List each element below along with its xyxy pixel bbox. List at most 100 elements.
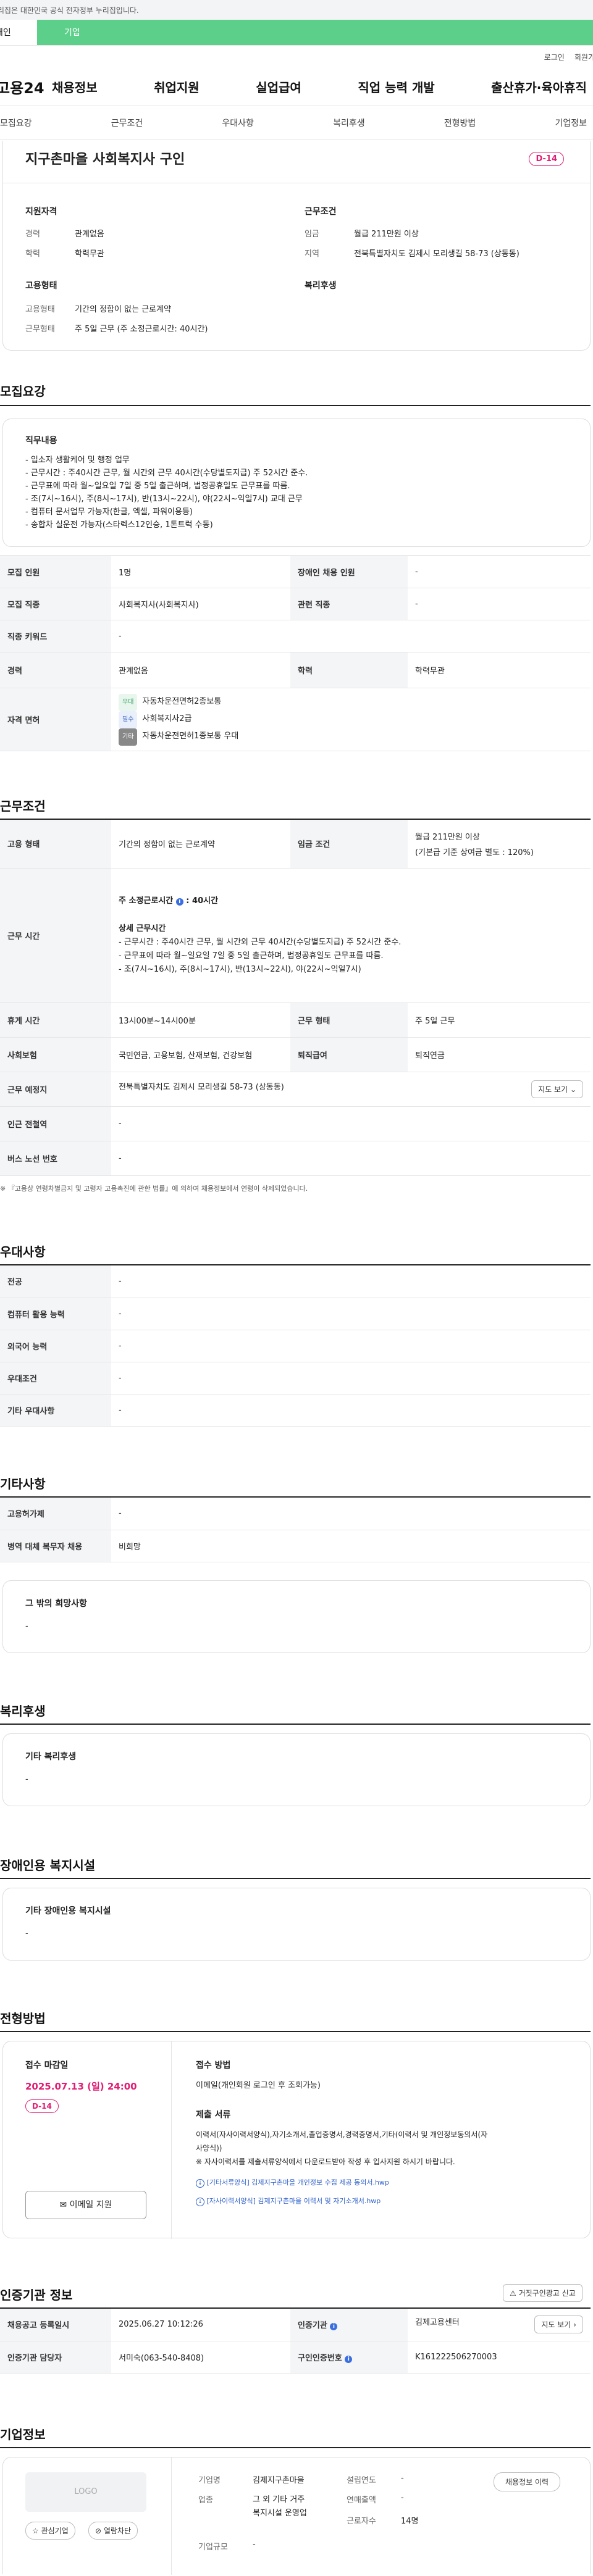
section-nav: 모집요강 근무조건 우대사항 복리후생 전형방법 기업정보 [0, 106, 593, 140]
etc-section-title: 기타사항 [0, 1477, 46, 1491]
report-button[interactable]: ⚠ 거짓구인광고 신고 [503, 2284, 582, 2302]
no-label: 구인인증번호 i [290, 2341, 408, 2374]
gov-banner: 이 누리집은 대한민국 공식 전자정부 누리집입니다. [0, 0, 593, 20]
docs-line: 사양식)) [196, 2144, 222, 2153]
work-time-value: 주 소정근로시간 i : 40시간 상세 근무시간 - 근무시간 : 주40시간… [111, 868, 591, 1003]
deadline-value: 2025.07.13 (일) 24:00 [25, 2081, 137, 2092]
duty-line: - 컴퓨터 문서업무 가능자(한글, 엑셀, 파워이용등) [25, 507, 193, 517]
time-line: - 조(7시~16시), 주(8시~17시), 반(13시~22시), 야(22… [119, 965, 361, 974]
emp-label: 고용형태 [25, 305, 55, 314]
subnav-welfare[interactable]: 복리후생 [333, 117, 365, 129]
rel-value: - [408, 588, 591, 620]
mgr-value: 서미숙(063-540-8408) [111, 2341, 290, 2374]
severance-value: 퇴직연금 [408, 1037, 591, 1072]
worktype-value: 주 5일 근무 (주 소정근로시간: 40시간) [75, 325, 208, 334]
method-value: 이메일(개인회원 로그인 후 조회가능) [196, 2081, 321, 2090]
pref-label: 우대조건 [0, 1362, 111, 1394]
login-link[interactable]: 로그인 [544, 52, 565, 62]
license-name: 자동차운전면허1종보통 우대 [142, 731, 239, 741]
subnav-work[interactable]: 근무조건 [111, 117, 143, 129]
pref-label: 전공 [0, 1265, 111, 1298]
subnav-selection[interactable]: 전형방법 [444, 117, 476, 129]
company-ind-value: 그 외 기타 거주 복지시설 운영업 [253, 2495, 307, 2518]
duty-line: - 입소자 생활케어 및 행정 업무 [25, 456, 130, 465]
fav-company-button[interactable]: ☆ 관심기업 [25, 2522, 75, 2540]
disabled-label: 장애인 채용 인원 [290, 556, 408, 588]
subnav-company[interactable]: 기업정보 [555, 117, 587, 129]
gov-banner-text: 이 누리집은 대한민국 공식 전자정부 누리집입니다. [0, 6, 139, 15]
place-cell: 전북특별자치도 김제시 모리생길 58-73 (상동동) 지도 보기 ⌄ [111, 1072, 591, 1107]
company-section-title: 기업정보 [0, 2427, 46, 2442]
pref-section-title: 우대사항 [0, 1244, 46, 1259]
work-section-title: 근무조건 [0, 799, 46, 814]
block-company-button[interactable]: ⊘ 열람차단 [88, 2522, 138, 2540]
file-link-1[interactable]: ↓ [기타서류양식] 김제지구촌마을 개인정보 수집 제공 동의서.hwp [196, 2177, 389, 2188]
history-button[interactable]: 채용정보 이력 [494, 2472, 561, 2491]
kw-label: 직종 키워드 [0, 620, 111, 652]
work-wage-label: 임금 조건 [290, 820, 408, 869]
welfare-section-title: 복리후생 [0, 1704, 46, 1719]
time-line: - 근무표에 따라 월~일요일 7일 중 5일 출근하며, 법정공휴일도 근무표… [119, 951, 384, 961]
subway-value: - [111, 1106, 591, 1141]
gnb-item-unemployment[interactable]: 실업급여 [256, 78, 301, 96]
license-label: 자격 면허 [0, 688, 111, 751]
age-note: ※ 『고용상 연령차별금지 및 고령자 고용촉진에 관한 법률』에 의하여 채용… [0, 1185, 308, 1193]
duty-line: - 근무시간 : 주40시간 근무, 월 시간외 근무 40시간(수당별도지급)… [25, 469, 308, 478]
map-button[interactable]: 지도 보기 ⌄ [531, 1080, 583, 1098]
selection-dday: D-14 [25, 2099, 59, 2113]
join-link[interactable]: 회원가입 [574, 52, 593, 62]
welfare-title: 복리후생 [305, 281, 337, 291]
pref-table: 전공 - 컴퓨터 활용 능력 - 외국어 능력 - 우대조건 - 기타 우대사항 - [0, 1265, 591, 1427]
license-item: 우대 자동차운전면허2종보통 [119, 693, 583, 711]
auth-map-button[interactable]: 지도 보기 › [534, 2315, 583, 2334]
gnb-item-employment-support[interactable]: 취업지원 [154, 78, 200, 96]
disabled-value: - [408, 556, 591, 588]
company-year-label: 설립연도 [347, 2476, 376, 2485]
hope-title: 그 밖의 희망사항 [25, 1599, 87, 1609]
gnb-item-jobs[interactable]: 채용정보 [52, 78, 98, 96]
info-icon[interactable]: i [175, 898, 183, 906]
gnb-item-training[interactable]: 직업 능력 개발 [358, 78, 434, 96]
wage-label: 임금 [305, 230, 319, 239]
license-name: 사회복지사2급 [142, 714, 192, 723]
license-list: 우대 자동차운전면허2종보통 필수 사회복지사2급 기타 자동차운전면허1종보통 우대 [111, 688, 591, 751]
gnb-item-leave[interactable]: 출산휴가·육아휴직 [491, 78, 587, 96]
kw-value: - [111, 620, 591, 652]
tab-company[interactable]: 기업 [37, 20, 593, 45]
duty-line: - 근무표에 따라 월~일요일 7일 중 5일 출근하며, 법정공휴일도 근무표… [25, 481, 290, 491]
subnav-pref[interactable]: 우대사항 [222, 117, 254, 129]
company-scale-label: 기업규모 [198, 2543, 228, 2552]
bus-value: - [111, 1141, 591, 1176]
utility-bar: 로그인 회원가입 [0, 46, 593, 68]
info-icon[interactable]: i [345, 2355, 353, 2363]
recruit-section-title: 모집요강 [0, 384, 46, 399]
info-icon[interactable]: i [330, 2323, 338, 2331]
report-icon: ⚠ [510, 2289, 516, 2298]
pref-value: - [111, 1394, 591, 1427]
subnav-recruit[interactable]: 모집요강 [0, 117, 32, 129]
pref-value: - [111, 1298, 591, 1330]
job-summary-card: 지구촌마을 사회복지사 구인 D-14 지원자격 경력 관계없음 학력 학력무관… [2, 141, 591, 351]
email-apply-button[interactable]: ✉ 이메일 지원 [25, 2191, 146, 2219]
company-ind-label: 업종 [198, 2496, 213, 2505]
duty-line: - 송합차 실운전 가능자(스타렉스12인승, 1톤트럭 수동) [25, 520, 213, 530]
worktype-label: 근무형태 [25, 325, 55, 334]
career-value: 관계없음 [75, 230, 104, 239]
break-value: 13시00분~14시00분 [111, 1002, 290, 1038]
chevron-down-icon: ⌄ [570, 1085, 576, 1094]
file-link-2[interactable]: ↓ [자사이력서양식] 김제지구촌마을 이력서 및 자기소개서.hwp [196, 2196, 381, 2206]
site-logo[interactable]: 고용24 [0, 76, 52, 98]
time-hours: 40시간 [192, 896, 219, 906]
work-time-label: 근무 시간 [0, 868, 111, 1003]
tab-personal[interactable]: 개인 [0, 20, 37, 45]
download-icon: ↓ [196, 2179, 204, 2188]
reg-label: 채용공고 등록일시 [0, 2309, 111, 2341]
pref-value: - [111, 1330, 591, 1362]
star-icon: ☆ [32, 2527, 39, 2535]
insurance-value: 국민연금, 고용보험, 산재보험, 건강보험 [111, 1037, 290, 1072]
auth-section-title: 인증기관 정보 [0, 2288, 73, 2303]
selection-box: 접수 마감일 2025.07.13 (일) 24:00 D-14 ✉ 이메일 지… [2, 2041, 591, 2239]
wtype-value: 주 5일 근무 [408, 1002, 591, 1038]
work-table: 고용 형태 기간의 정함이 없는 근로계약 임금 조건 월급 211만원 이상 (… [0, 820, 591, 1176]
time-detail-title: 상세 근무시간 [119, 924, 166, 933]
